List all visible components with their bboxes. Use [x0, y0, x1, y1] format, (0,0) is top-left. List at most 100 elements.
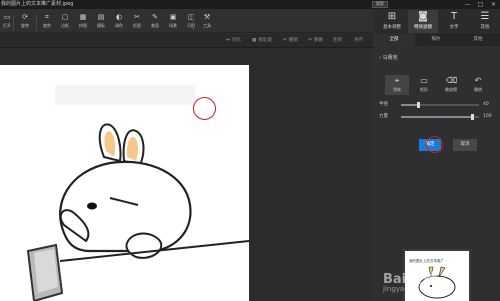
cancel-button[interactable]: 取消 [453, 139, 477, 151]
subtab-other[interactable]: 其他 [457, 34, 499, 46]
collage-icon: ▦ [79, 13, 87, 21]
action-label: 批处理 [258, 38, 272, 43]
subtab-photo[interactable]: 照片 [415, 34, 457, 46]
strength-fill [401, 116, 473, 118]
tool-rect[interactable]: ▭ 矩形 [412, 75, 436, 95]
baidu-watermark-url: jingyan.baidu.com [383, 285, 448, 293]
tool-undo[interactable]: ↶ 撤销 [466, 75, 490, 95]
maximize-button[interactable]: □ [476, 1, 485, 8]
more-icon: ☰ [480, 11, 490, 22]
strength-slider[interactable] [401, 114, 479, 120]
action-label: 另存 [354, 38, 363, 43]
tool-label: 矩形 [420, 87, 428, 92]
thumbnail-caption: 我的图片上的文本推广 [409, 259, 444, 263]
toolbar-beauty[interactable]: ✎ 美容 [148, 12, 162, 32]
subtab-all[interactable]: 全部 [373, 34, 415, 46]
toolbar-template[interactable]: ▤ 模板 [94, 12, 108, 32]
right-subtabs: 全部 照片 其他 [373, 34, 500, 46]
mosaic-panel: ‹ 马赛克 ⌖ 涂抹 ▭ 矩形 ⌫ 橡皮擦 ↶ 撤销 半径 40 力量 100 … [373, 46, 500, 301]
compare-icon: ⇔ [226, 38, 230, 43]
toolbar-tools[interactable]: ⚒ 工具 [200, 12, 214, 32]
brush-icon: ⌖ [394, 76, 400, 85]
rotate-icon: ⟳ [22, 13, 28, 21]
tab-label: 文字 [449, 25, 459, 30]
color-icon: ◐ [115, 13, 123, 21]
restore-button[interactable]: 还原 [333, 37, 342, 45]
folder-icon: ▭ [3, 13, 11, 21]
scene-icon: ▣ [169, 13, 177, 21]
toolbar-crop[interactable]: ⌗ 裁剪 [40, 12, 54, 32]
tool-label: 涂抹 [393, 87, 401, 92]
toolbar-label: 旋转 [21, 23, 29, 28]
tab-text[interactable]: T 文字 [439, 10, 469, 33]
redo-button[interactable]: ↷ 重做 [308, 37, 323, 45]
toolbar-rotate[interactable]: ⟳ 旋转 [18, 12, 32, 32]
radius-knob[interactable] [416, 102, 420, 108]
toolbar-label: 裁剪 [43, 23, 51, 28]
eraser-icon: ⌫ [446, 76, 458, 85]
toolbar-open[interactable]: ▭ 打开 [0, 12, 14, 32]
toolbar-label: 调色 [115, 23, 123, 28]
toolbar-label: 场景 [169, 23, 177, 28]
main-toolbar: ▭ 打开 ⟳ 旋转 ⌗ 裁剪 ▢ 边框 ▦ 拼图 ▤ 模板 ◐ 调色 ✂ 抠图 … [0, 9, 373, 33]
beauty-icon: ✎ [152, 13, 158, 21]
text-icon: T [450, 11, 458, 22]
action-bar: ⇔ 对比 ▦ 批处理 ↶ 撤销 ↷ 重做 还原 另存 [0, 34, 373, 48]
toolbar-frame[interactable]: ▢ 边框 [58, 12, 72, 32]
title-search-box[interactable]: 搜索 [372, 1, 388, 8]
toolbar-divider [13, 15, 14, 31]
strength-slider-row: 力量 100 [379, 113, 494, 121]
compare-button[interactable]: ⇔ 对比 [226, 37, 241, 45]
radius-fill [401, 104, 419, 106]
toolbar-label: 抠图 [133, 23, 141, 28]
panel-title[interactable]: ‹ 马赛克 [379, 54, 398, 61]
toolbar-label: 模板 [97, 23, 105, 28]
title-bar: 我的图片上的文本推广素材.jpeg 搜索 — □ ✕ [0, 0, 500, 9]
tool-smear[interactable]: ⌖ 涂抹 [385, 75, 409, 95]
tool-eraser[interactable]: ⌫ 橡皮擦 [439, 75, 463, 95]
toolbar-collage[interactable]: ▦ 拼图 [76, 12, 90, 32]
close-button[interactable]: ✕ [489, 1, 498, 8]
tab-label: 基本调整 [383, 25, 401, 30]
action-label: 对比 [231, 38, 241, 43]
radius-slider-row: 半径 40 [379, 101, 494, 109]
ok-highlight-circle [426, 136, 443, 153]
toolbar-cutout[interactable]: ✂ 抠图 [130, 12, 144, 32]
toolbar-label: 美容 [151, 23, 159, 28]
device-screen [34, 249, 58, 293]
strength-knob[interactable] [471, 114, 475, 120]
action-label: 重做 [313, 38, 323, 43]
title-search-label: 搜索 [376, 1, 384, 6]
minimize-button[interactable]: — [463, 1, 472, 8]
batch-button[interactable]: ▦ 批处理 [252, 37, 272, 45]
toolbar-label: 边框 [61, 23, 69, 28]
canvas-area[interactable] [0, 48, 373, 301]
toolbar-label: 拼图 [79, 23, 87, 28]
rabbit-eye-left [87, 202, 97, 210]
toolbar-color[interactable]: ◐ 调色 [112, 12, 126, 32]
tab-label: 其他 [480, 25, 490, 30]
highlight-circle [193, 97, 216, 120]
undo-icon: ↶ [474, 76, 482, 85]
template-icon: ▤ [97, 13, 105, 21]
tab-other[interactable]: ☰ 其他 [470, 10, 500, 33]
cutout-icon: ✂ [134, 13, 140, 21]
tool-label: 橡皮擦 [445, 87, 457, 92]
radius-value: 40 [483, 102, 489, 107]
undo-button[interactable]: ↶ 撤销 [283, 37, 298, 45]
radius-label: 半径 [379, 102, 388, 107]
strength-value: 100 [483, 114, 492, 119]
window-title: 我的图片上的文本推广素材.jpeg [1, 1, 74, 7]
toolbar-scene[interactable]: ▣ 场景 [166, 12, 180, 32]
toolbar-flash[interactable]: ◫ 闪图 [184, 12, 198, 32]
tab-effects-filter[interactable]: ◙ 特效滤镜 [408, 10, 438, 33]
save-as-button[interactable]: 另存 [354, 37, 363, 45]
frame-icon: ▢ [61, 13, 69, 21]
rect-icon: ▭ [420, 76, 428, 85]
tab-label: 特效滤镜 [414, 25, 432, 30]
tab-basic-adjust[interactable]: ⊞ 基本调整 [377, 10, 407, 33]
app-window: 我的图片上的文本推广素材.jpeg 搜索 — □ ✕ ▭ 打开 ⟳ 旋转 ⌗ 裁… [0, 0, 500, 301]
right-tabs: ⊞ 基本调整 ◙ 特效滤镜 T 文字 ☰ 其他 [373, 9, 500, 34]
radius-slider[interactable] [401, 102, 479, 108]
batch-icon: ▦ [252, 38, 257, 43]
